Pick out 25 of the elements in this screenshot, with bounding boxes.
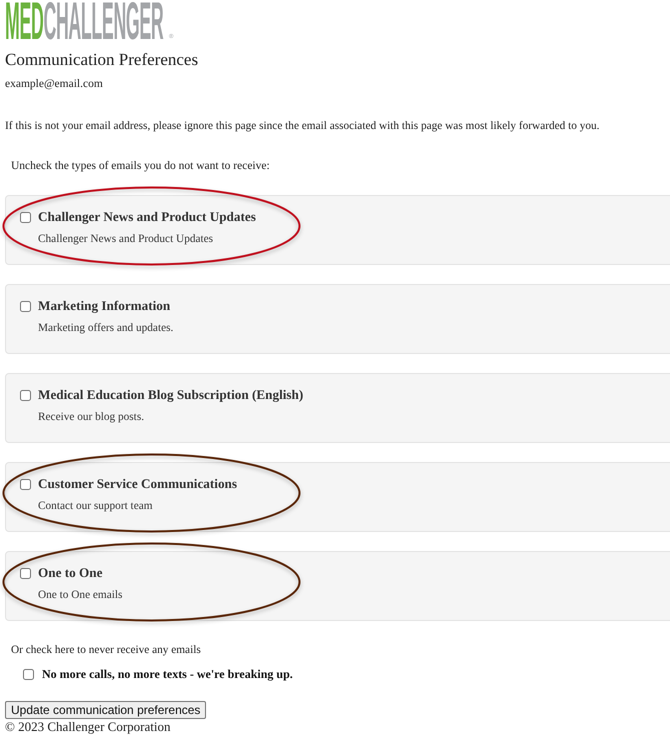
instruction-text: Uncheck the types of emails you do not want to receive: [11,159,271,174]
checkbox[interactable] [20,478,31,490]
subscription-title: Medical Education Blog Subscription (English) [38,387,304,403]
subscription-description: Challenger News and Product Updates [38,232,214,247]
update-preferences-button[interactable]: Update communication preferences [5,701,206,719]
subscription-title: Customer Service Communications [38,476,238,492]
checkbox[interactable] [20,568,31,578]
subscription-description: One to One emails [38,588,124,603]
notice-text: If this is not your email address, please ignore this page since the email associated with this page was most likely forwarded to you. [5,119,601,134]
checkbox[interactable] [23,668,34,680]
opt-out-label: No more calls, no more texts - we're breaking up. [42,666,293,682]
page-title: Communication Preferences [5,50,200,70]
subscription-description: Contact our support team [38,499,154,514]
subscription-description: Marketing offers and updates. [38,321,174,336]
checkbox[interactable] [20,390,31,400]
opt-out-prompt: Or check here to never receive any emails [11,643,202,658]
brand-logo: MEDCHALLENGER [5,2,164,42]
copyright-text: © 2023 Challenger Corporation [5,719,172,734]
subscription-title: Challenger News and Product Updates [38,209,256,225]
subscription-description: Receive our blog posts. [38,410,146,425]
email-address: example@email.com [5,77,104,92]
subscription-title: Marketing Information [38,298,170,314]
checkbox[interactable] [20,300,31,312]
subscription-title: One to One [38,565,102,581]
checkbox[interactable] [20,212,31,222]
